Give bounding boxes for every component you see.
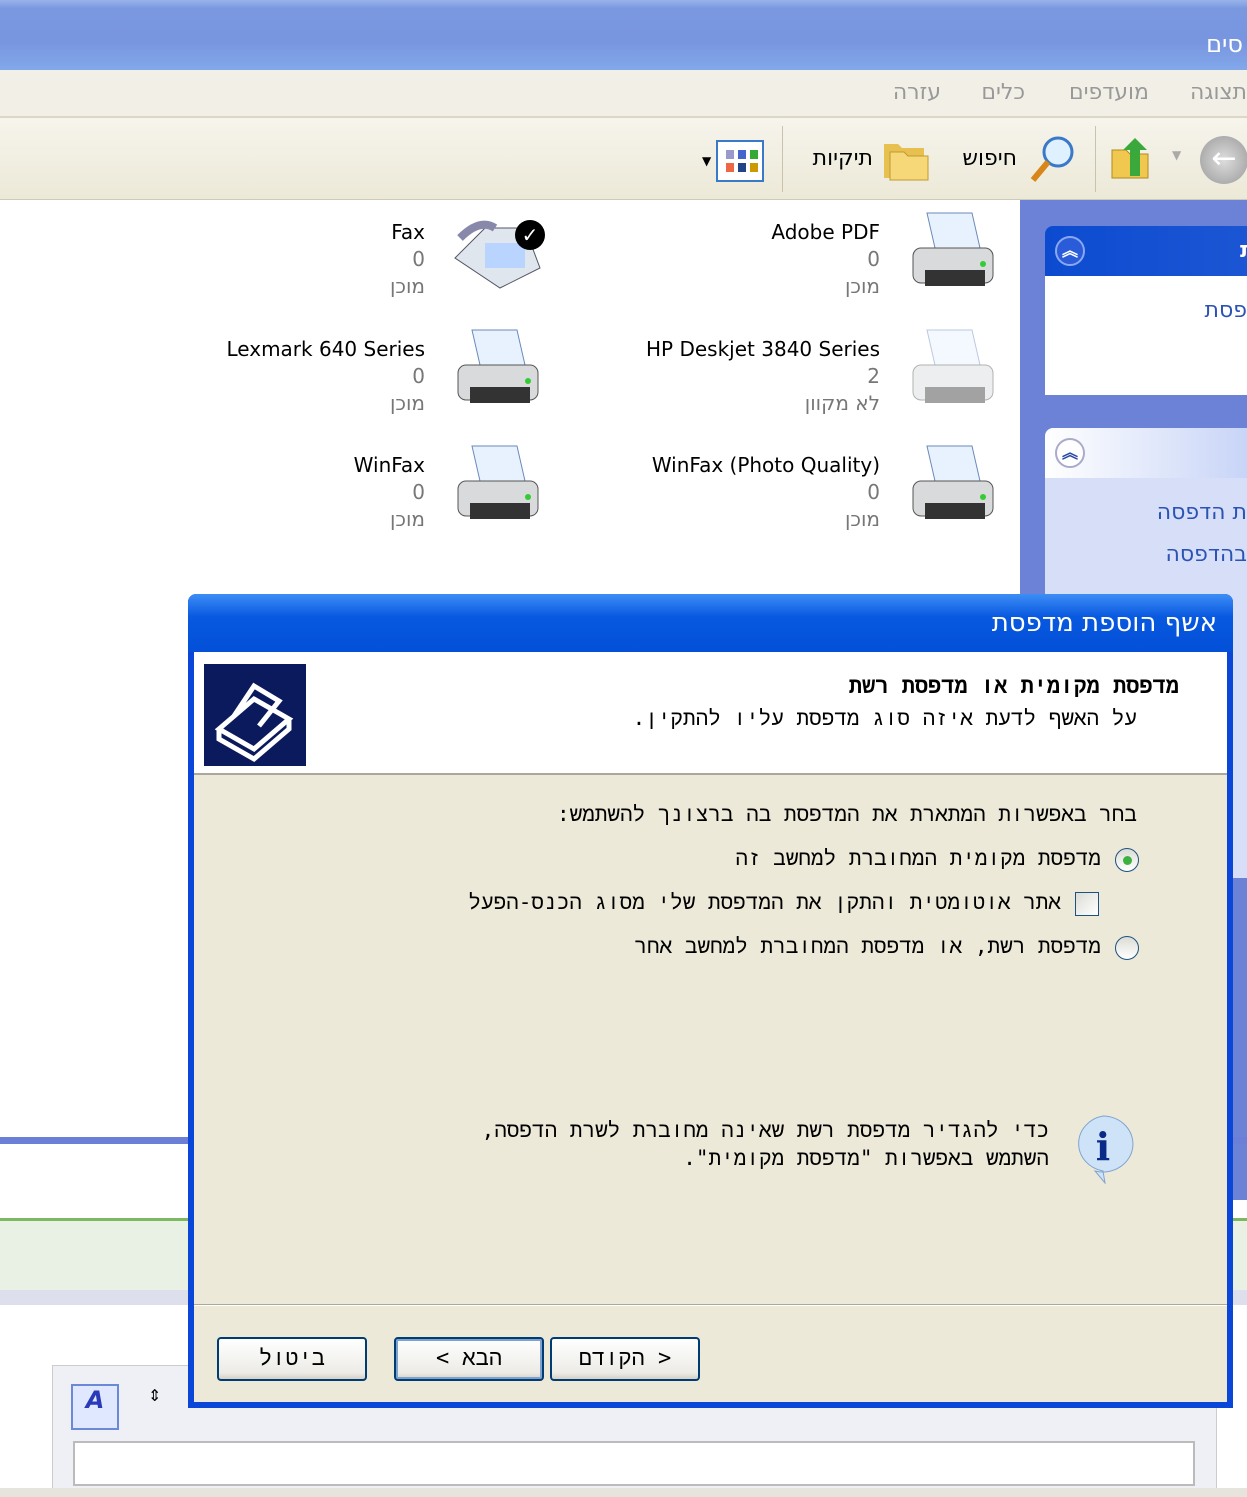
line-spacing-icon[interactable]: ⇕ (148, 1386, 161, 1405)
printer-icon (457, 445, 539, 519)
radio-network-printer[interactable] (1115, 936, 1139, 960)
option-local-label[interactable]: מדפסת מקומית המחוברת למחשב זה (735, 846, 1101, 872)
printer-icon (912, 445, 994, 519)
printer-task-link[interactable]: פסת (1205, 298, 1247, 323)
menu-view[interactable]: תצוגה (1190, 80, 1247, 105)
printer-item[interactable]: HP Deskjet 3840 Series 2 לא מקוון (560, 329, 1000, 447)
views-icon[interactable] (716, 140, 764, 182)
add-printer-wizard-dialog: אשף הוספת מדפסת מדפסת מקומית או מדפסת רש… (188, 594, 1233, 1408)
printer-icon (457, 329, 539, 403)
printer-item[interactable]: WinFax 0 מוכן (105, 445, 545, 563)
window-title: סים (1206, 30, 1243, 58)
info-line-2: השתמש באפשרות "מדפסת מקומית". (683, 1146, 1049, 1170)
folders-button[interactable]: תיקיות (813, 146, 873, 171)
option-auto-label[interactable]: אתר אוטומטית והתקן את המדפסת שלי מסוג הכ… (468, 890, 1061, 916)
divider (194, 1304, 1227, 1306)
printer-icon (912, 212, 994, 286)
printer-item[interactable]: WinFax (Photo Quality) 0 מוכן (560, 445, 1000, 563)
back-button[interactable]: < הקודם (550, 1337, 700, 1381)
radio-local-printer[interactable] (1115, 848, 1139, 872)
see-also-header[interactable]: ︽ (1045, 428, 1247, 478)
wizard-heading: מדפסת מקומית או מדפסת רשת (848, 674, 1179, 699)
back-dropdown-icon[interactable]: ▼ (1172, 148, 1181, 162)
menu-favorites[interactable]: מועדפים (1069, 80, 1149, 105)
back-icon[interactable]: ← (1200, 136, 1247, 184)
editor-text-area[interactable] (73, 1441, 1195, 1486)
views-dropdown-icon[interactable]: ▼ (702, 154, 711, 168)
printer-tasks-header[interactable]: ︽ ת (1045, 226, 1247, 276)
dialog-header: מדפסת מקומית או מדפסת רשת על האשף לדעת א… (194, 652, 1227, 775)
menu-tools[interactable]: כלים (981, 80, 1025, 105)
printer-item[interactable]: Lexmark 640 Series 0 מוכן (105, 329, 545, 447)
font-style-icon[interactable]: A (71, 1384, 119, 1430)
printer-offline-icon (912, 329, 994, 403)
window-titlebar: סים (0, 0, 1247, 70)
wizard-subheading: על האשף לדעת איזה סוג מדפסת עליו להתקין. (632, 706, 1137, 730)
option-prompt: בחר באפשרות המתארת את המדפסת בה ברצונך ל… (556, 802, 1137, 826)
info-line-1: כדי להגדיר מדפסת רשת שאינה מחוברת לשרת ה… (481, 1118, 1049, 1142)
collapse-icon[interactable]: ︽ (1055, 236, 1085, 266)
folders-icon[interactable] (882, 140, 930, 182)
printer-wizard-icon (204, 664, 306, 766)
next-button[interactable]: הבא > (394, 1337, 544, 1381)
folder-up-icon[interactable] (1110, 136, 1152, 180)
cancel-button[interactable]: ביטול (217, 1337, 367, 1381)
printer-item[interactable]: Fax 0 מוכן ✓ (105, 220, 545, 330)
printer-item[interactable]: Adobe PDF 0 מוכן (560, 212, 1000, 330)
menu-help[interactable]: עזרה (893, 80, 941, 105)
info-icon: i (1071, 1114, 1135, 1185)
sidebar-link-1[interactable]: ת הדפסה (1157, 500, 1247, 525)
dialog-titlebar[interactable]: אשף הוספת מדפסת (188, 594, 1233, 652)
menu-bar: תצוגה מועדפים כלים עזרה (0, 70, 1247, 118)
collapse-icon[interactable]: ︽ (1055, 438, 1085, 468)
search-button[interactable]: חיפוש (962, 146, 1017, 171)
option-network-label[interactable]: מדפסת רשת, או מדפסת המחוברת למחשב אחר (634, 934, 1101, 960)
sidebar-link-2[interactable]: בהדפסה (1166, 542, 1247, 567)
svg-text:i: i (1096, 1124, 1110, 1169)
toolbar: ← ▼ חיפוש תיקיות ▼ (0, 118, 1247, 200)
auto-detect-checkbox[interactable] (1075, 892, 1099, 916)
search-icon[interactable] (1028, 134, 1076, 184)
dialog-title: אשף הוספת מדפסת (991, 608, 1217, 638)
default-checkmark-icon: ✓ (515, 220, 545, 250)
